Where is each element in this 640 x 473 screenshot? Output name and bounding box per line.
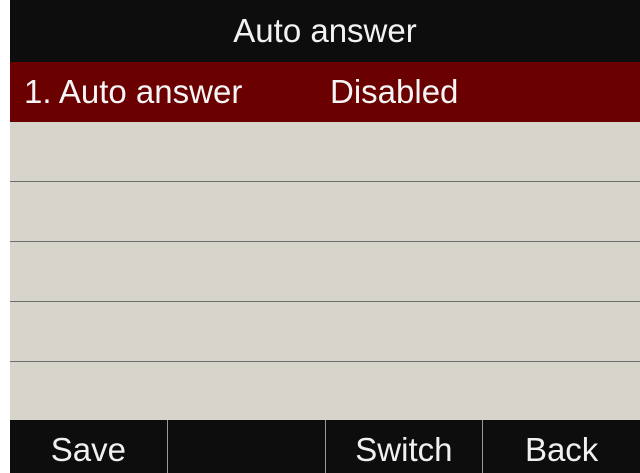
page-title: Auto answer	[10, 0, 640, 62]
list-item-auto-answer[interactable]: 1. Auto answer Disabled	[10, 62, 640, 122]
back-softkey[interactable]: Back	[482, 420, 640, 473]
empty-row	[10, 122, 640, 182]
empty-row	[10, 302, 640, 362]
list-item-value: Disabled	[330, 73, 459, 110]
empty-row	[10, 182, 640, 242]
phone-screen: Auto answer 1. Auto answer Disabled Save…	[10, 0, 640, 473]
empty-row	[10, 362, 640, 420]
softkey-bar: Save Switch Back	[10, 420, 640, 473]
empty-softkey[interactable]	[166, 420, 325, 473]
empty-row	[10, 242, 640, 302]
switch-softkey[interactable]: Switch	[324, 420, 483, 473]
list-item-label: 1. Auto answer	[24, 73, 243, 110]
save-softkey[interactable]: Save	[10, 420, 167, 473]
settings-list: 1. Auto answer Disabled	[10, 62, 640, 420]
